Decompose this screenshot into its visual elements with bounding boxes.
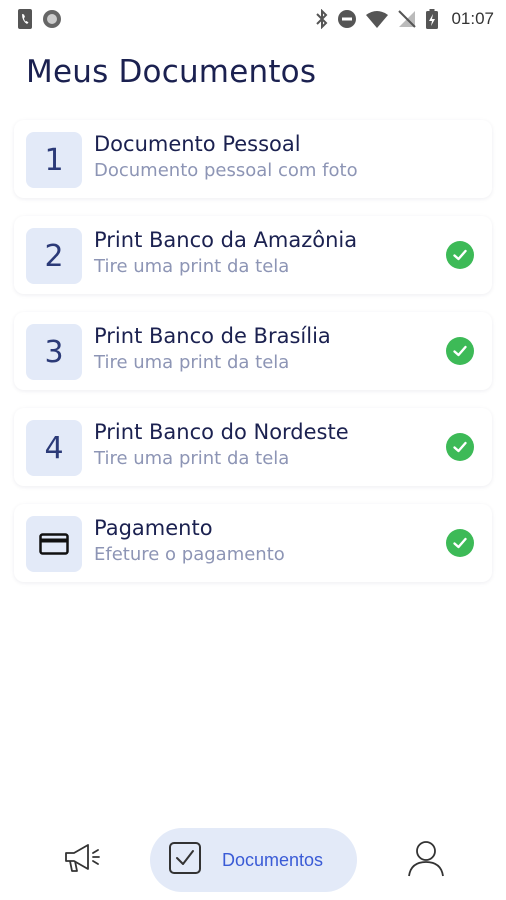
document-subtitle: Efeture o pagamento — [94, 544, 285, 565]
battery-charging-icon — [426, 9, 439, 29]
check-circle-icon — [446, 241, 474, 269]
document-subtitle: Documento pessoal com foto — [94, 160, 358, 181]
nav-documents-label: Documentos — [222, 849, 324, 870]
step-badge: 3 — [26, 324, 82, 380]
check-circle-icon — [446, 529, 474, 557]
step-badge: 4 — [26, 420, 82, 476]
wifi-icon — [366, 10, 389, 28]
checkbox-icon — [168, 841, 202, 880]
document-title: Pagamento — [94, 516, 213, 540]
status-right: 01:07 — [316, 9, 494, 29]
document-subtitle: Tire uma print da tela — [94, 448, 290, 469]
status-left — [18, 9, 62, 29]
status-time: 01:07 — [451, 9, 494, 28]
credit-card-icon — [26, 516, 82, 572]
document-item-nordeste[interactable]: 4 Print Banco do Nordeste Tire uma print… — [14, 408, 492, 486]
document-title: Print Banco da Amazônia — [94, 228, 358, 252]
document-item-pessoal[interactable]: 1 Documento Pessoal Documento pessoal co… — [14, 120, 492, 198]
nav-profile[interactable] — [396, 828, 456, 892]
phone-notification-icon — [18, 9, 32, 29]
bluetooth-icon — [316, 9, 328, 29]
bottom-nav: Documentos — [0, 820, 506, 900]
document-title: Print Banco do Nordeste — [94, 420, 349, 444]
do-not-disturb-icon — [337, 9, 357, 29]
document-item-amazonia[interactable]: 2 Print Banco da Amazônia Tire uma print… — [14, 216, 492, 294]
person-icon — [406, 838, 446, 883]
document-subtitle: Tire uma print da tela — [94, 352, 290, 373]
nav-documents[interactable]: Documentos — [150, 828, 357, 892]
megaphone-icon — [62, 841, 102, 880]
document-item-brasilia[interactable]: 3 Print Banco de Brasília Tire uma print… — [14, 312, 492, 390]
no-signal-icon — [397, 9, 417, 29]
check-circle-icon — [446, 337, 474, 365]
document-title: Documento Pessoal — [94, 132, 301, 156]
document-title: Print Banco de Brasília — [94, 324, 331, 348]
document-subtitle: Tire uma print da tela — [94, 256, 290, 277]
check-circle-icon — [446, 433, 474, 461]
status-bar: 01:07 — [0, 0, 506, 38]
document-item-pagamento[interactable]: Pagamento Efeture o pagamento — [14, 504, 492, 582]
record-icon — [42, 9, 62, 29]
step-badge: 2 — [26, 228, 82, 284]
step-badge: 1 — [26, 132, 82, 188]
nav-announcements[interactable] — [52, 828, 112, 892]
page-title: Meus Documentos — [26, 54, 317, 90]
